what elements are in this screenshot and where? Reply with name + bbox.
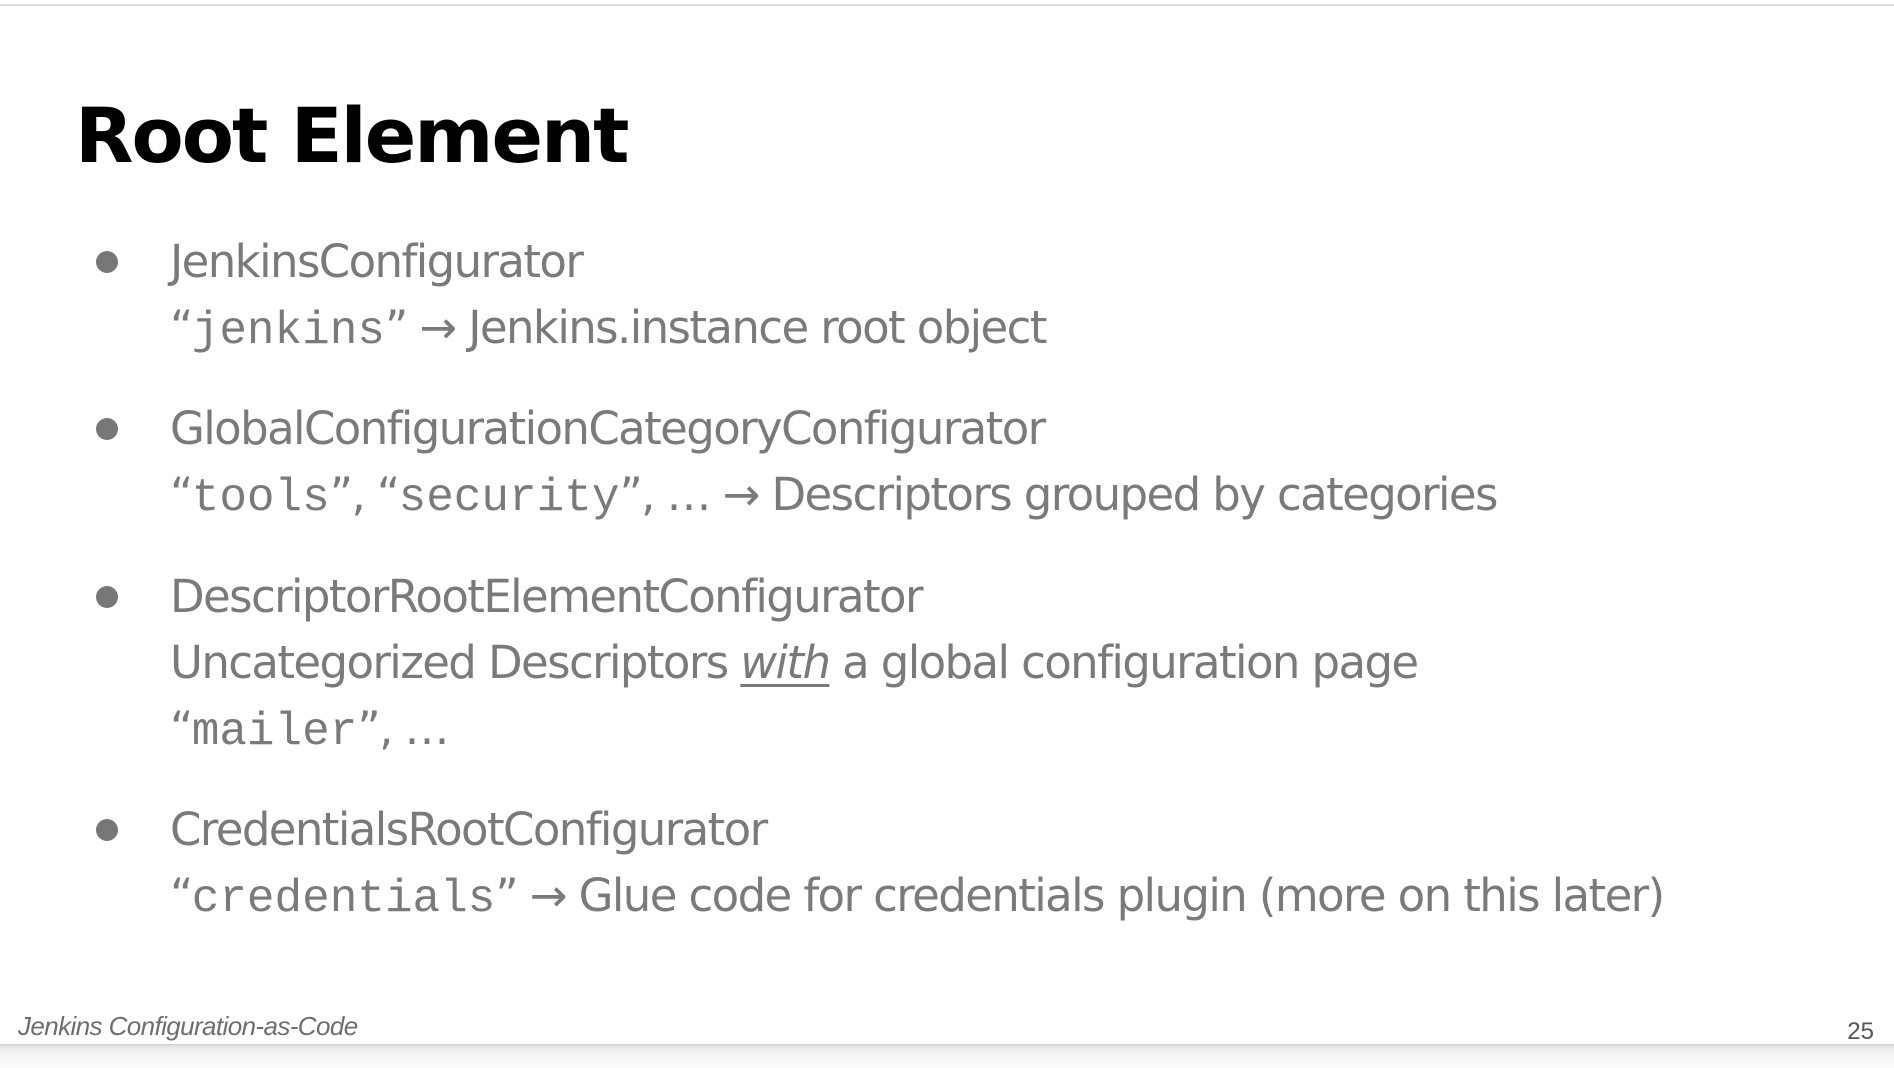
detail-text: Jenkins.instance root object [468,301,1047,354]
quote-arrow: ” → [384,301,469,354]
quote-separator: ”, “ [329,468,400,521]
detail-text: Descriptors grouped by categories [771,468,1498,521]
code-keyword: mailer [191,706,358,758]
emphasis-text: with [740,636,831,689]
open-quote: “ [170,869,193,922]
code-keyword: jenkins [191,305,385,357]
open-quote: “ [170,468,193,521]
detail-text: Uncategorized Descriptors [170,636,741,689]
bullet-heading: GlobalConfigurationCategoryConfigurator [170,402,1046,455]
quote-close: ”, … [357,702,449,755]
detail-text: Glue code for credentials plugin (more o… [578,869,1666,922]
code-keyword: tools [191,472,330,524]
bullet-detail: “jenkins” → Jenkins.instance root object [170,300,1047,359]
bullet-dot-icon [96,251,118,273]
bullet-heading: DescriptorRootElementConfigurator [170,570,923,623]
detail-text: a global configuration page [829,636,1419,689]
bullet-dot-icon [96,819,118,841]
quote-arrow: ” → [495,869,579,922]
slide-bottom-shadow [0,1044,1894,1068]
code-keyword: security [398,472,620,524]
footer-presentation-name: Jenkins Configuration-as-Code [18,1011,358,1041]
code-keyword: credentials [191,873,496,925]
bullet-dot-icon [96,418,118,440]
quote-arrow: ”, … → [619,468,772,521]
bullet-detail: “tools”, “security”, … → Descriptors gro… [170,467,1498,526]
bullet-detail: “credentials” → Glue code for credential… [170,868,1666,927]
bullet-detail: Uncategorized Descriptors with a global … [170,635,1419,691]
slide-title: Root Element [75,91,629,180]
bullet-detail-secondary: “mailer”, … [170,701,449,760]
bullet-dot-icon [96,586,118,608]
slide: Root Element JenkinsConfigurator “jenkin… [0,6,1894,1046]
page-number: 25 [1847,1018,1874,1045]
bullet-heading: JenkinsConfigurator [170,235,584,288]
open-quote: “ [170,702,193,755]
open-quote: “ [170,301,193,354]
bullet-heading: CredentialsRootConfigurator [170,803,768,856]
